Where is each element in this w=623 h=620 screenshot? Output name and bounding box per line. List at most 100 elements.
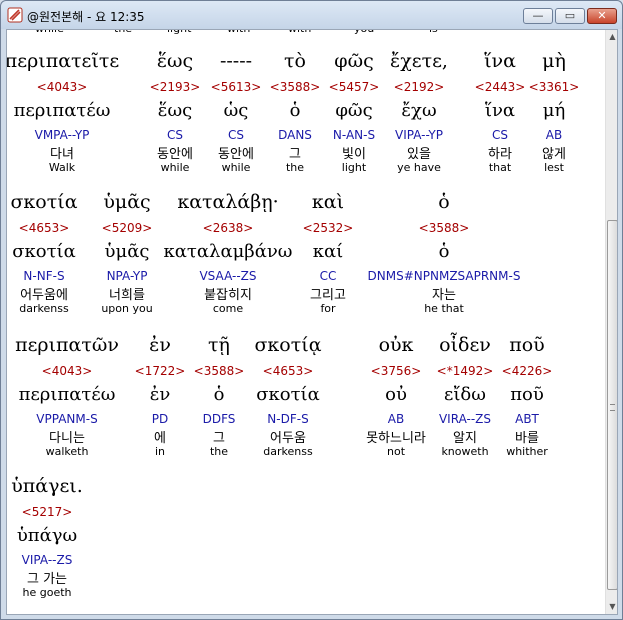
- strong-number: <2193>: [149, 80, 201, 94]
- minimize-icon: —: [532, 9, 544, 22]
- morphology-code: DNMS#NPNMZSAPRNM-S: [367, 269, 521, 283]
- strong-number: <2443>: [474, 80, 526, 94]
- korean-gloss: 자는: [432, 288, 456, 303]
- lemma: ποῦ: [510, 384, 544, 405]
- greek-word: τὸ: [284, 50, 306, 72]
- greek-word: οἶδεν: [439, 334, 491, 356]
- english-gloss: in: [154, 445, 166, 458]
- english-gloss: ye have: [397, 161, 441, 174]
- strong-number: <5217>: [21, 505, 73, 519]
- morphology-code: N-DF-S: [267, 412, 309, 426]
- english-gloss: walketh: [45, 445, 89, 458]
- english-gloss: darkenss: [263, 445, 313, 458]
- korean-gloss: 그: [289, 147, 301, 162]
- strong-number: <5457>: [328, 80, 380, 94]
- lemma: ὑπάγω: [16, 525, 78, 546]
- morphology-code: DDFS: [202, 412, 236, 426]
- lemma: καί: [312, 241, 344, 262]
- morphology-code: CS: [167, 128, 183, 142]
- strong-number: <*1492>: [436, 364, 494, 378]
- maximize-icon: ▭: [564, 9, 576, 22]
- morphology-code: N-NF-S: [23, 269, 65, 283]
- korean-gloss: 그리고: [310, 288, 346, 303]
- close-icon: ✕: [597, 9, 607, 22]
- morphology-code: NPA-YP: [106, 269, 148, 283]
- lemma: σκοτία: [12, 241, 76, 262]
- lemma: σκοτία: [256, 384, 320, 405]
- greek-word: ἐν: [149, 334, 171, 356]
- lemma: οὐ: [385, 384, 407, 405]
- morphology-code: N-AN-S: [332, 128, 376, 142]
- lemma: περιπατέω: [13, 100, 111, 121]
- lemma: ὁ: [289, 100, 301, 121]
- morphology-code: PD: [151, 412, 169, 426]
- strong-number: <1722>: [134, 364, 186, 378]
- vertical-scrollbar[interactable]: ▲ ▼: [605, 30, 617, 614]
- morphology-code: ABT: [515, 412, 539, 426]
- strong-number: <5209>: [101, 221, 153, 235]
- cut-word: while: [35, 30, 64, 35]
- morphology-code: VIPA--YP: [395, 128, 443, 142]
- korean-gloss: 하라: [488, 147, 512, 162]
- english-gloss: come: [212, 302, 244, 315]
- english-gloss: Walk: [48, 161, 76, 174]
- korean-gloss: 알지: [453, 431, 477, 446]
- close-button[interactable]: ✕: [587, 8, 617, 24]
- korean-gloss: 다녀: [50, 147, 74, 162]
- maximize-button[interactable]: ▭: [555, 8, 585, 24]
- scroll-down-icon[interactable]: ▼: [606, 600, 617, 614]
- lemma: φῶς: [335, 100, 373, 121]
- korean-gloss: 동안에: [157, 147, 193, 162]
- interlinear-view: while the light with with you is περιπατ…: [6, 29, 618, 615]
- greek-word: τῇ: [208, 334, 230, 356]
- minimize-button[interactable]: —: [523, 8, 553, 24]
- strong-number: <3588>: [269, 80, 321, 94]
- english-gloss: lest: [544, 161, 564, 174]
- morphology-code: CS: [228, 128, 244, 142]
- scroll-up-icon[interactable]: ▲: [606, 30, 617, 44]
- morphology-code: AB: [545, 128, 563, 142]
- korean-gloss: 너희를: [109, 288, 145, 303]
- english-gloss: knoweth: [441, 445, 489, 458]
- greek-word: καὶ: [311, 191, 345, 213]
- morphology-code: VPPANM-S: [36, 412, 98, 426]
- korean-gloss: 붙잡히지: [204, 288, 252, 303]
- grip-icon: [610, 404, 615, 411]
- english-gloss: that: [488, 161, 512, 174]
- cut-word: with: [227, 30, 250, 35]
- english-gloss: he goeth: [22, 586, 72, 599]
- cut-word: light: [167, 30, 191, 35]
- korean-gloss: 다니는: [49, 431, 85, 446]
- strong-number: <3361>: [528, 80, 580, 94]
- english-gloss: the: [285, 161, 305, 174]
- cut-word: the: [114, 30, 132, 35]
- korean-gloss: 않게: [542, 147, 566, 162]
- greek-word: φῶς: [334, 50, 374, 72]
- strong-number: <4043>: [41, 364, 93, 378]
- lemma: ἔχω: [401, 100, 437, 121]
- lemma: ὑμᾶς: [104, 241, 150, 262]
- strong-number: <2192>: [393, 80, 445, 94]
- english-gloss: upon you: [101, 302, 153, 315]
- lemma: μή: [542, 100, 566, 121]
- strong-number: <5613>: [210, 80, 262, 94]
- strong-number: <3756>: [370, 364, 422, 378]
- english-gloss: for: [320, 302, 336, 315]
- title-bar[interactable]: @원전본해 - 요 12:35 — ▭ ✕: [1, 1, 622, 29]
- morphology-code: VIRA--ZS: [438, 412, 492, 426]
- morphology-code: DANS: [278, 128, 312, 142]
- lemma: καταλαμβάνω: [163, 241, 293, 262]
- greek-word: ὑμᾶς: [103, 191, 151, 213]
- korean-gloss: 빛이: [342, 147, 366, 162]
- app-window: @원전본해 - 요 12:35 — ▭ ✕ while the light wi…: [0, 0, 623, 620]
- morphology-code: VMPA--YP: [34, 128, 90, 142]
- greek-word: ἔχετε,: [390, 50, 448, 72]
- english-gloss: light: [341, 161, 367, 174]
- english-gloss: the: [209, 445, 229, 458]
- korean-gloss: 에: [154, 431, 166, 446]
- scrollbar-thumb[interactable]: [607, 220, 617, 590]
- greek-word: μὴ: [542, 50, 566, 72]
- lemma: ἵνα: [484, 100, 516, 121]
- morphology-code: CS: [492, 128, 508, 142]
- greek-word: ὁ: [438, 191, 450, 213]
